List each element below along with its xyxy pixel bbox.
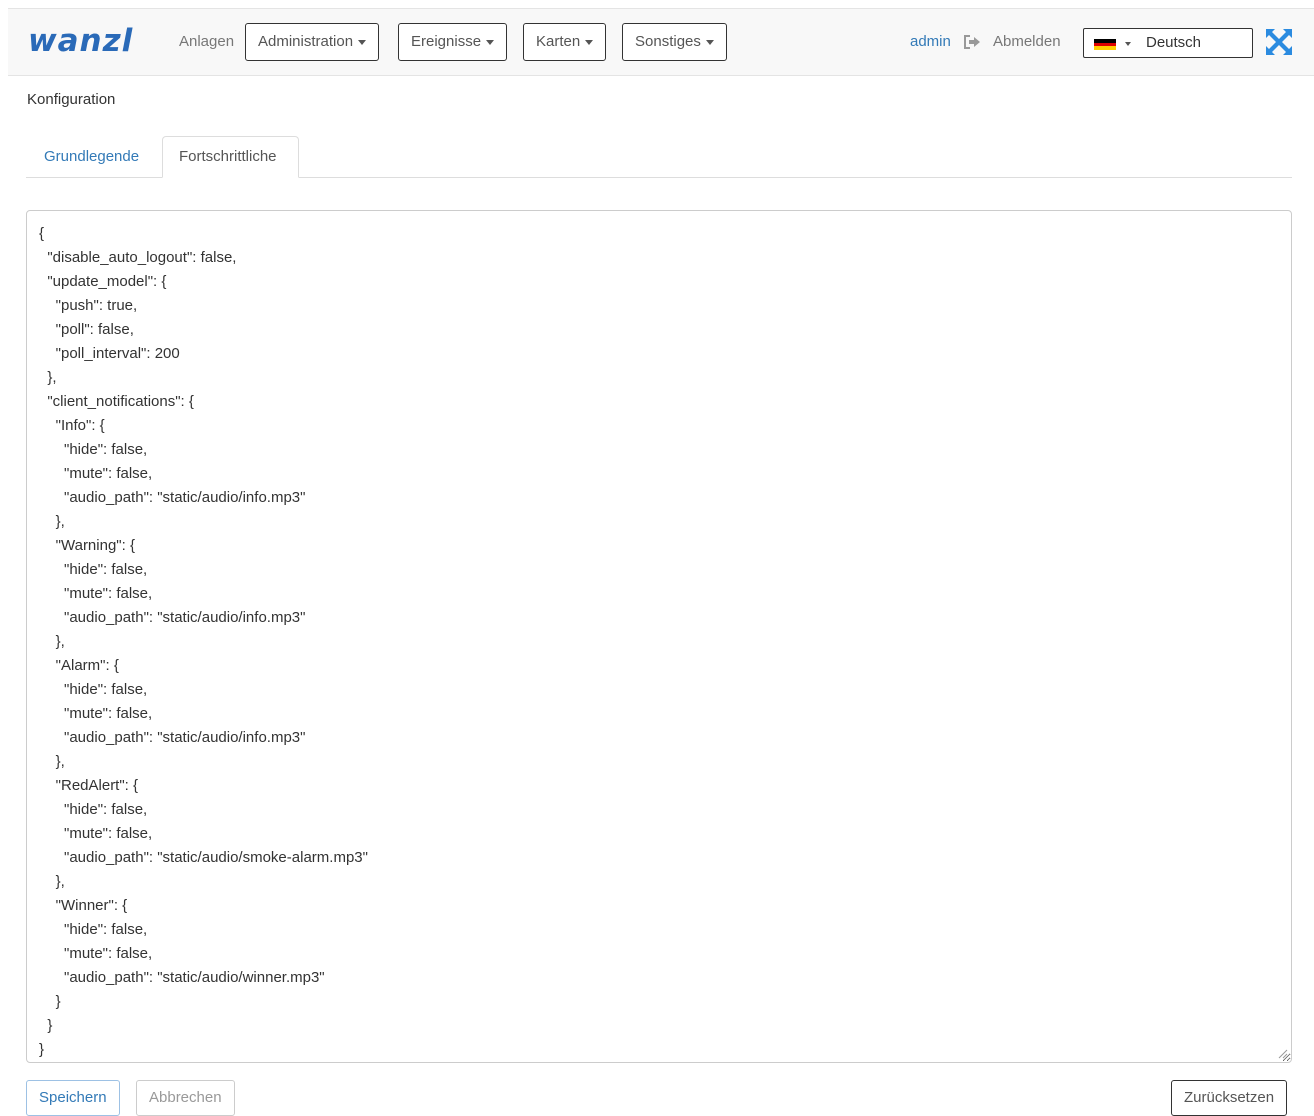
misc-menu-label: Sonstiges — [635, 33, 701, 50]
fullscreen-icon[interactable] — [1264, 27, 1294, 57]
page-title: Konfiguration — [27, 91, 116, 108]
logout-icon[interactable] — [963, 35, 981, 49]
maps-menu-button[interactable]: Karten — [523, 23, 607, 61]
resize-grip-icon[interactable] — [1278, 1049, 1288, 1059]
language-label: Deutsch — [1146, 34, 1202, 51]
caret-down-icon — [358, 39, 367, 45]
german-flag-icon — [1094, 39, 1116, 50]
caret-down-icon — [585, 39, 594, 45]
config-json-editor[interactable]: { "disable_auto_logout": false, "update_… — [26, 210, 1292, 1063]
top-navbar: wanzl Anlagen Administration Ereignisse … — [8, 8, 1314, 76]
language-select[interactable]: Deutsch — [1083, 28, 1253, 58]
tab-advanced[interactable]: Fortschrittliche — [162, 136, 299, 178]
misc-menu-button[interactable]: Sonstiges — [622, 23, 727, 61]
caret-down-icon — [1125, 42, 1131, 46]
events-menu-label: Ereignisse — [411, 33, 482, 50]
maps-menu-label: Karten — [536, 33, 581, 50]
caret-down-icon — [705, 39, 714, 45]
caret-down-icon — [486, 39, 495, 45]
events-menu-button[interactable]: Ereignisse — [398, 23, 508, 61]
administration-menu-label: Administration — [258, 33, 354, 50]
wanzl-logo[interactable]: wanzl — [28, 23, 133, 59]
tab-basic[interactable]: Grundlegende — [44, 148, 139, 166]
save-button[interactable]: Speichern — [26, 1080, 120, 1116]
cancel-button[interactable]: Abbrechen — [136, 1080, 235, 1116]
logout-link[interactable]: Abmelden — [993, 33, 1061, 51]
nav-plants-link[interactable]: Anlagen — [179, 33, 234, 51]
reset-button[interactable]: Zurücksetzen — [1171, 1080, 1288, 1116]
administration-menu-button[interactable]: Administration — [245, 23, 380, 61]
user-link[interactable]: admin — [910, 33, 951, 51]
